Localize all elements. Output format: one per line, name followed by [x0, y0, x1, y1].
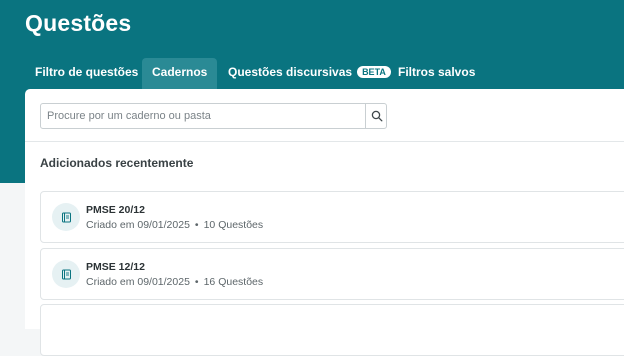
- separator-dot: •: [194, 219, 199, 231]
- created-date: Criado em 09/01/2025: [86, 219, 190, 231]
- tab-filtro-de-questoes[interactable]: Filtro de questões: [35, 58, 138, 89]
- tab-filtros-salvos[interactable]: Filtros salvos: [398, 58, 475, 89]
- section-title: Adicionados recentemente: [40, 156, 194, 170]
- search-input[interactable]: [41, 104, 363, 128]
- notebook-icon: [52, 260, 80, 288]
- tab-label: Cadernos: [152, 65, 208, 79]
- tab-label: Questões discursivas: [228, 65, 353, 79]
- notebook-meta: Criado em 09/01/2025 • 10 Questões: [86, 219, 263, 231]
- search-box: [40, 103, 387, 129]
- divider: [25, 141, 624, 142]
- notebook-icon: [52, 203, 80, 231]
- question-count: 10 Questões: [203, 219, 264, 231]
- beta-badge: BETA: [357, 66, 391, 78]
- notebook-meta: Criado em 09/01/2025 • 16 Questões: [86, 276, 263, 288]
- notebook-card[interactable]: PMSE 20/12 Criado em 09/01/2025 • 10 Quest…: [40, 191, 624, 243]
- notebook-name: PMSE 20/12: [86, 204, 145, 216]
- tab-label: Filtro de questões: [35, 65, 139, 79]
- tab-label: Filtros salvos: [398, 65, 476, 79]
- page-title: Questões: [25, 10, 132, 36]
- content-panel: Adicionados recentemente PMSE 20/12 Cria…: [25, 89, 624, 356]
- created-date: Criado em 09/01/2025: [86, 276, 190, 288]
- separator-dot: •: [194, 276, 199, 288]
- question-count: 16 Questões: [203, 276, 264, 288]
- notebook-name: PMSE 12/12: [86, 261, 145, 273]
- tab-cadernos[interactable]: Cadernos: [142, 58, 218, 89]
- tab-questoes-discursivas[interactable]: Questões discursivas BETA: [228, 58, 391, 89]
- search-icon: [371, 110, 382, 122]
- search-button[interactable]: [365, 104, 387, 128]
- notebook-card[interactable]: PMSE 12/12 Criado em 09/01/2025 • 16 Quest…: [40, 248, 624, 300]
